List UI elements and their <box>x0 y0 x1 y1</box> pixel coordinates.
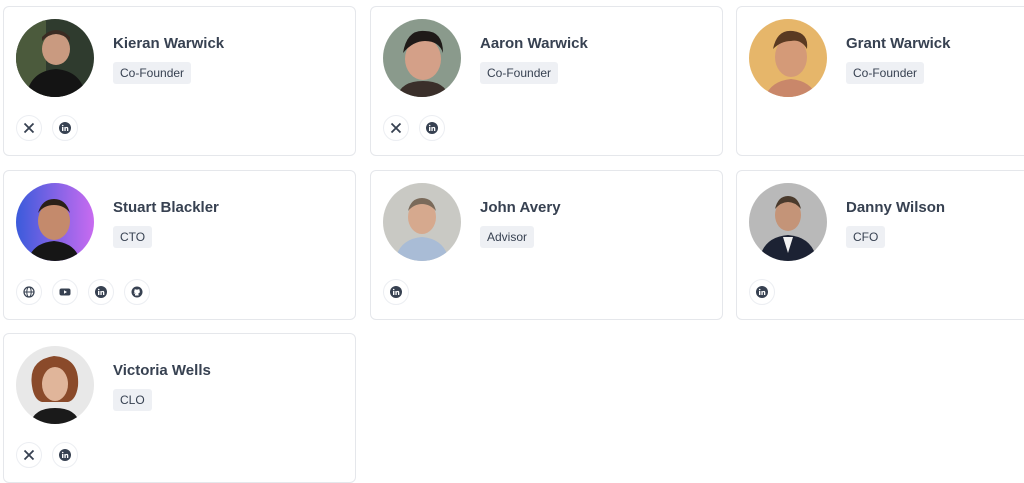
x-link[interactable] <box>16 442 42 468</box>
linkedin-icon <box>390 286 402 298</box>
team-card-aaron-warwick: Aaron Warwick Co-Founder <box>370 6 723 156</box>
avatar <box>749 19 827 97</box>
role-badge: Co-Founder <box>113 62 192 84</box>
avatar <box>749 183 827 261</box>
linkedin-link[interactable] <box>52 115 78 141</box>
role-badge: Co-Founder <box>846 62 925 84</box>
team-card-john-avery: John Avery Advisor <box>370 170 723 320</box>
member-name: Stuart Blackler <box>113 199 219 216</box>
linkedin-icon <box>426 122 438 134</box>
team-card-kieran-warwick: Kieran Warwick Co-Founder <box>3 6 356 156</box>
team-card-stuart-blackler: Stuart Blackler CTO <box>3 170 356 320</box>
x-link[interactable] <box>16 115 42 141</box>
avatar <box>16 183 94 261</box>
role-badge: Co-Founder <box>480 62 559 84</box>
linkedin-icon <box>59 449 71 461</box>
x-icon <box>23 449 35 461</box>
role-badge: CFO <box>846 226 886 248</box>
github-icon <box>131 286 143 298</box>
avatar <box>16 346 94 424</box>
x-icon <box>23 122 35 134</box>
role-badge: Advisor <box>480 226 535 248</box>
team-card-victoria-wells: Victoria Wells CLO <box>3 333 356 483</box>
member-name: Kieran Warwick <box>113 35 225 52</box>
linkedin-link[interactable] <box>419 115 445 141</box>
website-link[interactable] <box>16 279 42 305</box>
linkedin-link[interactable] <box>383 279 409 305</box>
linkedin-icon <box>59 122 71 134</box>
linkedin-icon <box>95 286 107 298</box>
avatar <box>383 183 461 261</box>
member-name: Aaron Warwick <box>480 35 588 52</box>
member-name: Victoria Wells <box>113 362 211 379</box>
role-badge: CTO <box>113 226 153 248</box>
github-link[interactable] <box>124 279 150 305</box>
linkedin-link[interactable] <box>52 442 78 468</box>
linkedin-link[interactable] <box>749 279 775 305</box>
team-card-grant-warwick: Grant Warwick Co-Founder <box>736 6 1024 156</box>
avatar <box>16 19 94 97</box>
member-name: John Avery <box>480 199 561 216</box>
linkedin-icon <box>756 286 768 298</box>
avatar <box>383 19 461 97</box>
member-name: Grant Warwick <box>846 35 951 52</box>
team-card-danny-wilson: Danny Wilson CFO <box>736 170 1024 320</box>
linkedin-link[interactable] <box>88 279 114 305</box>
x-link[interactable] <box>383 115 409 141</box>
youtube-icon <box>59 288 71 296</box>
member-name: Danny Wilson <box>846 199 946 216</box>
globe-icon <box>23 286 35 298</box>
youtube-link[interactable] <box>52 279 78 305</box>
x-icon <box>390 122 402 134</box>
role-badge: CLO <box>113 389 152 411</box>
